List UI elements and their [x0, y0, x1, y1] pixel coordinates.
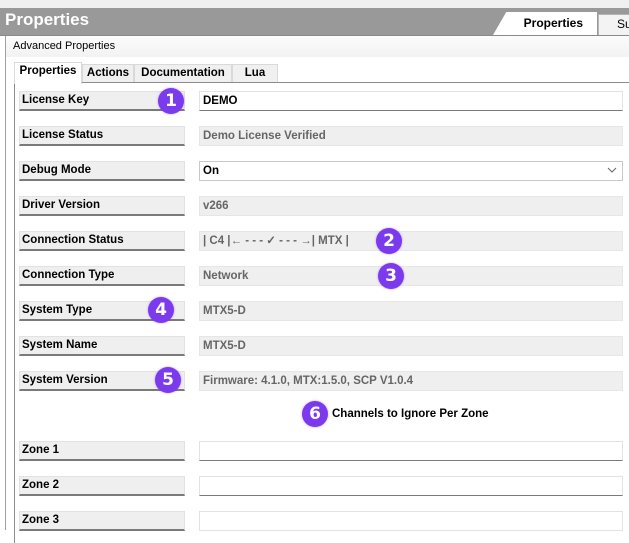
driver-version-label: Driver Version: [19, 196, 185, 216]
license-status-value: Demo License Verified: [199, 126, 623, 146]
annotation-badge-2: 2: [376, 228, 402, 254]
driver-version-value: v266: [199, 196, 623, 216]
tab-documentation[interactable]: Documentation: [134, 64, 232, 83]
row-zone-1: Zone 1: [0, 441, 629, 467]
advanced-properties-label: Advanced Properties: [13, 40, 116, 52]
tab-lua[interactable]: Lua: [232, 64, 278, 83]
channels-section-title: Channels to Ignore Per Zone: [332, 408, 489, 420]
connection-status-label: Connection Status: [19, 231, 185, 251]
window-title: Properties: [5, 10, 90, 29]
row-driver-version: Driver Version v266: [0, 196, 629, 222]
zone-2-input[interactable]: [199, 476, 623, 496]
zone-3-label: Zone 3: [19, 511, 185, 531]
top-tab-su[interactable]: Su: [598, 14, 629, 35]
zone-3-input[interactable]: [199, 511, 623, 531]
connection-type-label: Connection Type: [19, 266, 185, 286]
connection-type-value: Network: [199, 266, 623, 286]
row-connection-status: Connection Status | C4 |← - - - ✓ - - - …: [0, 231, 629, 257]
annotation-badge-4: 4: [148, 297, 174, 323]
row-connection-type: Connection Type Network: [0, 266, 629, 292]
row-system-type: System Type MTX5-D: [0, 301, 629, 327]
license-status-label: License Status: [19, 126, 185, 146]
top-tab-properties[interactable]: Properties: [505, 12, 597, 35]
system-name-label: System Name: [19, 336, 185, 356]
debug-mode-select[interactable]: On: [199, 161, 623, 181]
annotation-badge-6: 6: [302, 401, 328, 427]
license-key-input[interactable]: DEMO: [199, 91, 623, 111]
row-zone-3: Zone 3: [0, 511, 629, 537]
top-strip: [0, 0, 629, 8]
advanced-properties-bar: Advanced Properties: [5, 36, 629, 58]
debug-mode-label: Debug Mode: [19, 161, 185, 181]
connection-status-value: | C4 |← - - - ✓ - - - →| MTX |: [199, 231, 623, 251]
top-tab-properties-label: Properties: [523, 16, 583, 30]
system-version-value: Firmware: 4.1.0, MTX:1.5.0, SCP V1.0.4: [199, 371, 623, 391]
row-license-status: License Status Demo License Verified: [0, 126, 629, 152]
annotation-badge-1: 1: [158, 88, 184, 114]
debug-mode-value: On: [203, 165, 219, 177]
chevron-down-icon: [607, 167, 617, 173]
tab-actions[interactable]: Actions: [82, 64, 134, 83]
row-debug-mode: Debug Mode On: [0, 161, 629, 187]
annotation-badge-5: 5: [155, 367, 181, 393]
annotation-badge-3: 3: [378, 263, 404, 289]
zone-1-label: Zone 1: [19, 441, 185, 461]
row-system-name: System Name MTX5-D: [0, 336, 629, 362]
row-zone-2: Zone 2: [0, 476, 629, 502]
system-name-value: MTX5-D: [199, 336, 623, 356]
tab-properties[interactable]: Properties: [14, 62, 82, 84]
zone-1-input[interactable]: [199, 441, 623, 461]
system-type-value: MTX5-D: [199, 301, 623, 321]
row-license-key: License Key DEMO: [0, 91, 629, 117]
row-system-version: System Version Firmware: 4.1.0, MTX:1.5.…: [0, 371, 629, 397]
zone-2-label: Zone 2: [19, 476, 185, 496]
